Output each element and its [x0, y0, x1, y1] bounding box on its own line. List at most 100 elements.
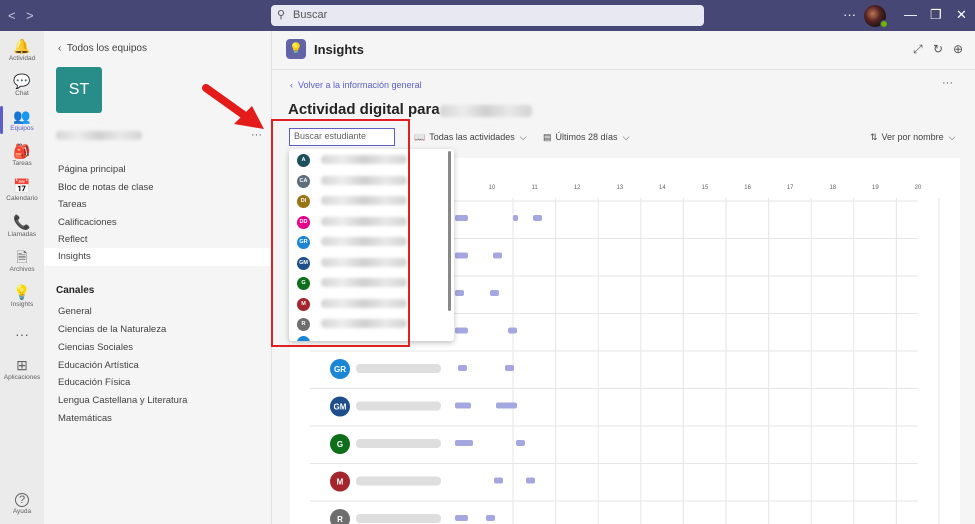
close-button[interactable]: ✕	[956, 7, 967, 23]
insights-app-icon: 💡	[286, 39, 306, 59]
channel-item[interactable]: Ciencias de la Naturaleza	[44, 321, 271, 339]
search-icon: ⚲	[277, 9, 286, 21]
x-tick-label: 17	[787, 185, 794, 191]
team-nav-insights[interactable]: Insights	[44, 248, 271, 266]
activity-bar	[516, 440, 525, 446]
channels-heading: Canales	[56, 285, 95, 296]
more-options-button[interactable]: ···	[843, 7, 856, 22]
all-teams-link[interactable]: ‹ Todos los equipos	[58, 43, 147, 54]
student-name-blurred	[356, 476, 441, 486]
rail-calls[interactable]: 📞 Llamadas	[0, 214, 44, 238]
student-avatar-initials: G	[337, 440, 343, 449]
phone-icon: 📞	[13, 214, 31, 230]
chevron-left-icon: ‹	[58, 43, 67, 54]
activity-bar	[486, 515, 495, 521]
all-teams-label: Todos los equipos	[66, 43, 147, 54]
activity-bar	[455, 402, 471, 409]
teams-icon: 👥	[13, 108, 31, 124]
activity-bar	[494, 477, 503, 484]
assignments-icon: 🎒	[13, 143, 31, 159]
period-filter[interactable]: ▤ Últimos 28 días ⌵	[543, 132, 629, 143]
rail-more[interactable]: ···	[0, 326, 44, 342]
rail-label: Equipos	[10, 125, 34, 132]
more-options-button[interactable]: ···	[942, 77, 953, 89]
x-tick-label: 11	[531, 185, 538, 191]
minimize-button[interactable]: —	[904, 7, 917, 22]
activity-bar	[493, 252, 502, 259]
channel-item[interactable]: Educación Artística	[44, 357, 271, 375]
x-tick-label: 19	[872, 185, 879, 191]
team-nav-grades[interactable]: Calificaciones	[44, 214, 271, 232]
app-rail: 🔔 Actividad 💬 Chat 👥 Equipos 🎒 Tareas 📅 Calen…	[0, 31, 44, 524]
activities-filter-label: Todas las actividades	[429, 132, 515, 142]
rail-teams[interactable]: 👥 Equipos	[0, 106, 44, 134]
back-to-overview-label: Volver a la información general	[298, 80, 422, 90]
activity-bar	[455, 440, 473, 446]
activity-bar	[508, 327, 517, 334]
channel-item[interactable]: Matemáticas	[44, 410, 271, 428]
avatar[interactable]	[864, 5, 888, 28]
insights-icon: 💡	[13, 284, 31, 300]
globe-icon[interactable]: ⊕	[953, 42, 963, 56]
back-arrow-icon[interactable]: <	[8, 8, 16, 23]
red-arrow-icon	[202, 84, 264, 129]
team-nav-home[interactable]: Página principal	[44, 161, 271, 179]
activity-bar	[533, 215, 542, 221]
channel-item[interactable]: General	[44, 303, 271, 321]
rail-label: Ayuda	[12, 508, 32, 515]
activity-bar	[505, 365, 514, 371]
activity-bar	[458, 365, 467, 371]
rail-insights[interactable]: 💡 Insights	[0, 284, 44, 308]
rail-label: Chat	[15, 90, 29, 97]
maximize-button[interactable]: ❐	[930, 7, 942, 23]
forward-arrow-icon[interactable]: >	[26, 8, 34, 23]
channel-item[interactable]: Ciencias Sociales	[44, 339, 271, 357]
back-to-overview-link[interactable]: ‹ Volver a la información general	[290, 80, 422, 90]
rail-label: Tareas	[12, 160, 32, 167]
chevron-left-icon: ‹	[290, 80, 298, 90]
expand-icon[interactable]: ⤢	[913, 42, 923, 57]
student-avatar-initials: R	[337, 515, 343, 524]
rail-help[interactable]: ? Ayuda	[0, 493, 44, 515]
chevron-down-icon: ⌵	[946, 132, 956, 142]
channel-item[interactable]: Lengua Castellana y Literatura	[44, 392, 271, 410]
rail-activity[interactable]: 🔔 Actividad	[0, 38, 44, 62]
activity-bar	[490, 290, 499, 296]
student-name-blurred	[356, 401, 441, 411]
rail-label: Aplicaciones	[3, 374, 41, 381]
bell-icon: 🔔	[13, 38, 31, 54]
more-icon: ···	[15, 326, 29, 342]
dropdown-scrollbar[interactable]	[448, 151, 451, 311]
presence-indicator	[880, 20, 888, 28]
search-input[interactable]: ⚲ Buscar	[271, 5, 704, 26]
x-tick-label: 18	[829, 185, 836, 191]
book-icon: 📖	[414, 132, 426, 142]
activity-bar	[496, 402, 517, 409]
channel-item[interactable]: Educación Física	[44, 374, 271, 392]
file-icon: 🗎	[16, 249, 28, 265]
rail-calendar[interactable]: 📅 Calendario	[0, 178, 44, 202]
team-name-blurred	[56, 128, 142, 142]
rail-chat[interactable]: 💬 Chat	[0, 73, 44, 97]
x-tick-label: 20	[915, 185, 922, 191]
student-name-blurred	[440, 105, 532, 117]
x-tick-label: 13	[616, 185, 623, 191]
team-nav-notebook[interactable]: Bloc de notas de clase	[44, 179, 271, 197]
refresh-icon[interactable]: ↻	[933, 42, 943, 56]
rail-files[interactable]: 🗎 Archivos	[0, 249, 44, 273]
sort-dropdown[interactable]: ⇅ Ver por nombre ⌵	[870, 132, 955, 143]
rail-apps[interactable]: ⊞ Aplicaciones	[0, 357, 44, 381]
activity-bar	[513, 215, 518, 221]
team-nav-reflect[interactable]: Reflect	[44, 231, 271, 249]
highlight-box	[271, 119, 410, 347]
activities-filter[interactable]: 📖 Todas las actividades ⌵	[414, 132, 527, 143]
sort-label: Ver por nombre	[881, 132, 944, 142]
rail-assignments[interactable]: 🎒 Tareas	[0, 143, 44, 167]
team-nav-assignments[interactable]: Tareas	[44, 196, 271, 214]
student-avatar-initials: M	[337, 478, 344, 487]
rail-label: Archivos	[9, 266, 35, 273]
app-title: Insights	[314, 42, 364, 57]
period-filter-label: Últimos 28 días	[555, 132, 618, 142]
calendar-icon: 📅	[13, 178, 31, 194]
activity-bar	[455, 515, 468, 521]
